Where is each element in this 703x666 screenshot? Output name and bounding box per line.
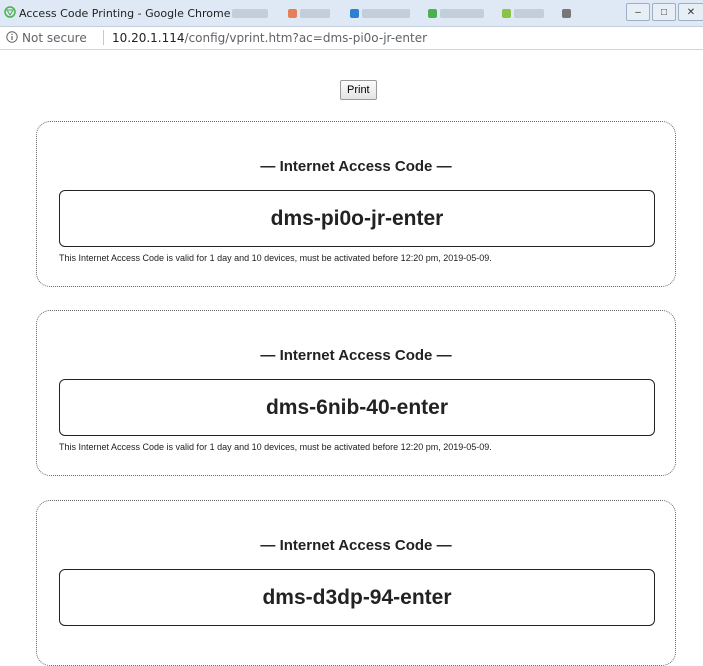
card-heading: — Internet Access Code —	[260, 537, 452, 554]
access-code-card: — Internet Access Code — dms-d3dp-94-ent…	[36, 500, 676, 666]
address-separator	[103, 30, 104, 45]
close-button[interactable]: ✕	[678, 3, 703, 21]
access-code-card: — Internet Access Code — dms-6nib-40-ent…	[36, 310, 676, 476]
validity-note: This Internet Access Code is valid for 1…	[59, 442, 492, 452]
background-tabs	[232, 9, 612, 19]
access-code-value: dms-d3dp-94-enter	[59, 569, 655, 626]
address-bar[interactable]: Not secure 10.20.1.114/config/vprint.htm…	[0, 27, 703, 50]
url-path: /config/vprint.htm?ac=dms-pi0o-jr-enter	[184, 31, 428, 45]
maximize-button[interactable]: □	[652, 3, 676, 21]
url-host: 10.20.1.114	[112, 31, 185, 45]
print-button[interactable]: Print	[340, 80, 377, 100]
info-icon[interactable]	[6, 31, 18, 43]
url-text[interactable]: 10.20.1.114/config/vprint.htm?ac=dms-pi0…	[112, 31, 427, 45]
validity-note: This Internet Access Code is valid for 1…	[59, 253, 492, 263]
chrome-app-icon	[4, 6, 16, 18]
card-heading: — Internet Access Code —	[260, 158, 452, 175]
window-titlebar: Access Code Printing - Google Chrome – □…	[0, 0, 703, 27]
access-code-card: — Internet Access Code — dms-pi0o-jr-ent…	[36, 121, 676, 287]
card-heading: — Internet Access Code —	[260, 347, 452, 364]
security-status-label[interactable]: Not secure	[22, 31, 87, 45]
window-title: Access Code Printing - Google Chrome	[19, 7, 231, 20]
access-code-value: dms-pi0o-jr-enter	[59, 190, 655, 247]
access-code-value: dms-6nib-40-enter	[59, 379, 655, 436]
minimize-button[interactable]: –	[626, 3, 650, 21]
